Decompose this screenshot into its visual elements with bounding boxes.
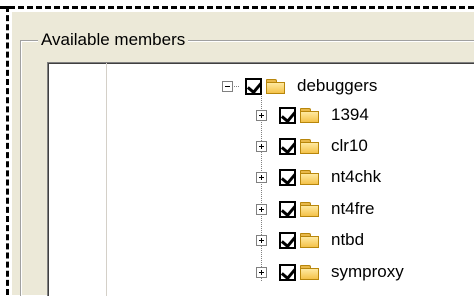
expand-icon[interactable] xyxy=(256,109,267,121)
folder-icon xyxy=(300,138,320,154)
tree-item-label[interactable]: nt4fre xyxy=(331,199,374,219)
expand-icon[interactable] xyxy=(256,266,267,278)
folder-icon xyxy=(300,107,320,123)
checkbox-checked-icon[interactable] xyxy=(279,231,297,249)
members-tree-view[interactable]: debuggers 1394 clr10 nt4chk nt4fre ntbd … xyxy=(47,62,474,296)
tree-item-debuggers[interactable]: debuggers xyxy=(222,74,377,98)
checkbox-checked-icon[interactable] xyxy=(245,77,263,95)
folder-icon xyxy=(266,78,286,94)
folder-icon xyxy=(300,264,320,280)
tree-item-nt4fre[interactable]: nt4fre xyxy=(256,197,374,221)
checkbox-checked-icon[interactable] xyxy=(279,168,297,186)
dashed-frame-left xyxy=(6,6,9,295)
tree-item-label[interactable]: 1394 xyxy=(331,105,369,125)
tree-item-label[interactable]: symproxy xyxy=(331,262,404,282)
tree-item-label[interactable]: nt4chk xyxy=(331,167,381,187)
folder-icon xyxy=(300,201,320,217)
tree-item-clr10[interactable]: clr10 xyxy=(256,134,368,158)
tree-item-ntbd[interactable]: ntbd xyxy=(256,228,364,252)
tree-item-nt4chk[interactable]: nt4chk xyxy=(256,165,381,189)
tree-item-symproxy[interactable]: symproxy xyxy=(256,260,404,284)
checkbox-checked-icon[interactable] xyxy=(279,106,297,124)
expand-icon[interactable] xyxy=(256,203,267,215)
checkbox-checked-icon[interactable] xyxy=(279,200,297,218)
tree-item-label[interactable]: debuggers xyxy=(297,76,377,96)
collapse-icon[interactable] xyxy=(222,80,233,92)
tree-item-label[interactable]: clr10 xyxy=(331,136,368,156)
folder-icon xyxy=(300,169,320,185)
tree-column-divider xyxy=(106,63,107,296)
group-title: Available members xyxy=(38,30,189,50)
dashed-frame-top xyxy=(0,6,474,9)
expand-icon[interactable] xyxy=(256,234,267,246)
tree-item-label[interactable]: ntbd xyxy=(331,230,364,250)
expand-icon[interactable] xyxy=(256,140,267,152)
tree-item-1394[interactable]: 1394 xyxy=(256,103,369,127)
expand-icon[interactable] xyxy=(256,171,267,183)
checkbox-checked-icon[interactable] xyxy=(279,263,297,281)
checkbox-checked-icon[interactable] xyxy=(279,137,297,155)
folder-icon xyxy=(300,232,320,248)
